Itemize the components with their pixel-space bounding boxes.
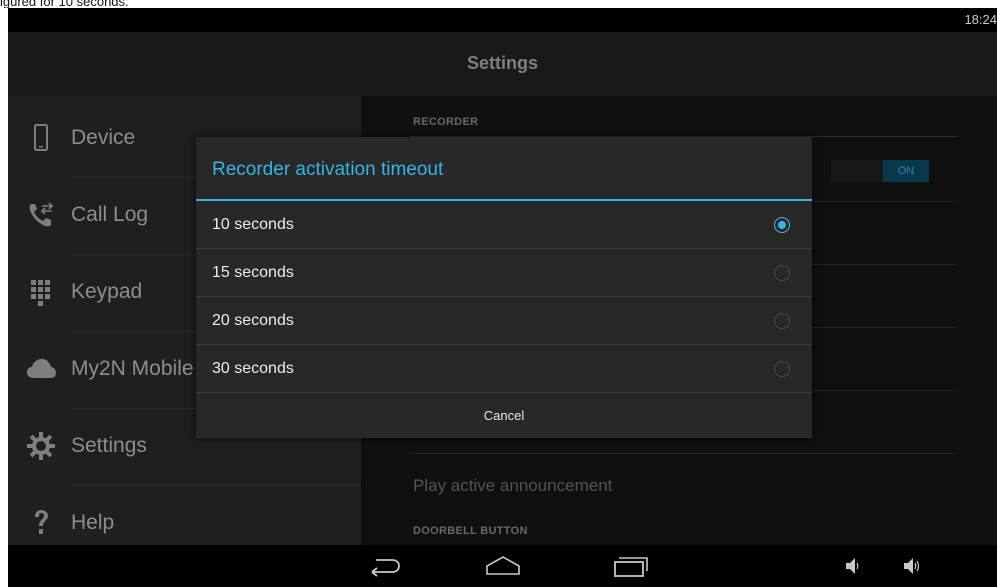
option-30-seconds[interactable]: 30 seconds [196,345,812,393]
back-icon[interactable] [368,553,402,579]
volume-down-icon[interactable] [844,553,860,579]
radio-selected-icon[interactable] [774,217,790,233]
cancel-button[interactable]: Cancel [196,393,812,438]
option-label: 10 seconds [212,216,294,233]
option-label: 20 seconds [212,312,294,329]
page-caption: igured for 10 seconds. [0,0,129,8]
option-label: 30 seconds [212,360,294,377]
status-clock: 18:24 [964,12,997,27]
home-icon[interactable] [485,553,521,579]
radio-unselected-icon[interactable] [774,313,790,329]
navigation-bar [8,545,997,587]
option-20-seconds[interactable]: 20 seconds [196,297,812,345]
radio-unselected-icon[interactable] [774,361,790,377]
timeout-dialog: Recorder activation timeout 10 seconds 1… [196,137,812,438]
status-bar: 18:24 [8,8,997,32]
option-10-seconds[interactable]: 10 seconds [196,201,812,249]
tablet-screen: 18:24 Settings Device Call Log Keypad My… [8,8,997,587]
option-label: 15 seconds [212,264,294,281]
recent-apps-icon[interactable] [612,553,648,579]
dialog-title: Recorder activation timeout [212,159,444,180]
radio-unselected-icon[interactable] [774,265,790,281]
volume-up-icon[interactable] [902,553,924,579]
option-15-seconds[interactable]: 15 seconds [196,249,812,297]
